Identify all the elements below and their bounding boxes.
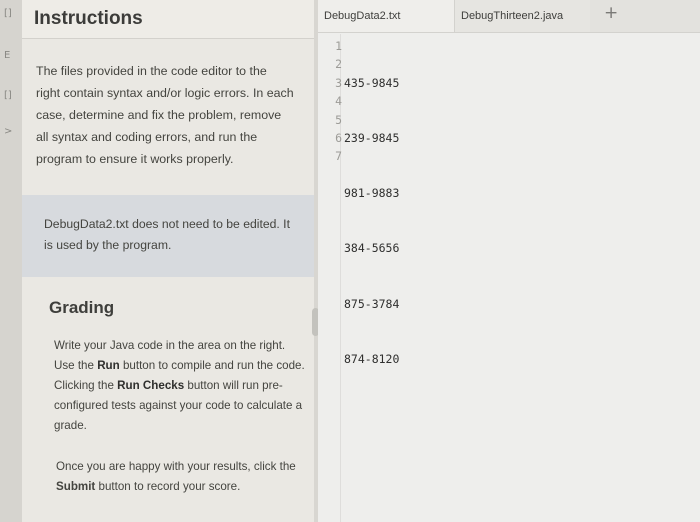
add-tab-icon[interactable]: + [604,3,618,23]
submit-text: Once you are happy with your results, cl… [56,460,296,473]
code-line[interactable]: 384-5656 [344,239,399,257]
panel-icon[interactable]: [] [4,90,12,101]
grading-heading: Grading [49,298,115,317]
code-line[interactable]: 981-9883 [344,184,399,202]
line-number: 6 [335,130,342,145]
code-line[interactable]: 435-9845 [344,74,399,92]
menu-icon[interactable]: E [4,50,10,61]
instructions-panel: Instructions The files provided in the c… [22,0,314,522]
line-number: 2 [335,57,342,72]
side-toolbar: [] E [] > [0,0,23,522]
run-keyword: Run [97,359,120,372]
code-area[interactable]: 435-9845 239-9845 981-9883 384-5656 875-… [344,37,399,460]
code-editor: DebugData2.txt DebugThirteen2.java + 1 2… [318,0,700,522]
instructions-title: Instructions [34,8,143,29]
note-box: DebugData2.txt does not need to be edite… [22,195,314,277]
line-number: 7 [335,149,342,164]
instructions-text: The files provided in the code editor to… [36,64,294,166]
panel-icon[interactable]: [] [4,8,12,19]
code-line[interactable]: 875-3784 [344,295,399,313]
editor-tabbar: DebugData2.txt DebugThirteen2.java + [318,0,700,33]
line-number-gutter: 1 2 3 4 5 6 7 [322,37,342,166]
instructions-header: Instructions [22,0,314,39]
code-line[interactable] [344,405,399,423]
run-checks-keyword: Run Checks [117,379,185,392]
grading-paragraph: Write your Java code in the area on the … [54,336,306,436]
code-line[interactable]: 239-9845 [344,129,399,147]
submit-text: button to record your score. [95,480,241,493]
submit-keyword: Submit [56,480,96,493]
tab-debugthirteen2[interactable]: DebugThirteen2.java [454,0,590,32]
line-number: 5 [335,112,342,127]
code-line[interactable]: 874-8120 [344,350,399,368]
tab-debugdata2[interactable]: DebugData2.txt [318,0,454,32]
line-number: 3 [335,75,342,90]
terminal-icon[interactable]: > [4,126,12,137]
note-text: DebugData2.txt does not need to be edite… [44,217,290,252]
line-number: 4 [335,94,342,109]
submit-paragraph: Once you are happy with your results, cl… [56,457,306,497]
line-number: 1 [335,39,342,53]
